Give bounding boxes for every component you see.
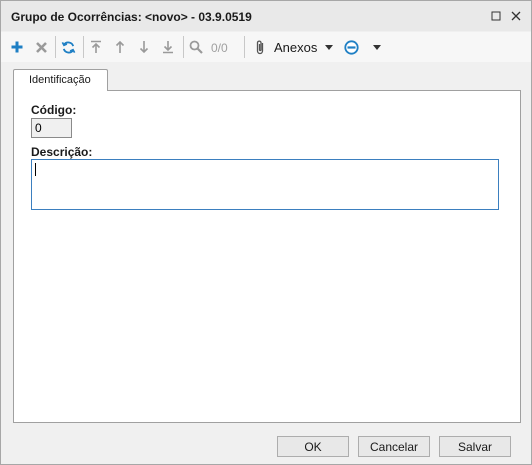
save-button[interactable]: Salvar bbox=[439, 436, 511, 457]
codigo-label: Código: bbox=[31, 103, 77, 117]
tab-label: Identificação bbox=[29, 74, 91, 86]
search-icon[interactable] bbox=[188, 37, 204, 57]
toolbar-separator bbox=[83, 36, 84, 58]
codigo-value: 0 bbox=[35, 121, 42, 135]
toolbar: 0/0 Anexos bbox=[1, 32, 531, 62]
tab-identificacao[interactable]: Identificação bbox=[13, 69, 108, 91]
next-record-icon[interactable] bbox=[136, 37, 152, 57]
plus-icon[interactable] bbox=[9, 37, 25, 57]
last-record-icon[interactable] bbox=[160, 37, 176, 57]
cancel-button[interactable]: Cancelar bbox=[358, 436, 430, 457]
anexos-button[interactable]: Anexos bbox=[274, 40, 317, 55]
toolbar-separator bbox=[183, 36, 184, 58]
title-bar: Grupo de Ocorrências: <novo> - 03.9.0519 bbox=[1, 1, 531, 31]
paperclip-icon[interactable] bbox=[253, 37, 267, 57]
descricao-field[interactable] bbox=[31, 159, 499, 210]
chevron-down-icon[interactable] bbox=[323, 37, 335, 57]
window-title: Grupo de Ocorrências: <novo> - 03.9.0519 bbox=[11, 10, 252, 24]
footer: OK Cancelar Salvar bbox=[1, 424, 531, 464]
descricao-label: Descrição: bbox=[31, 145, 93, 159]
close-icon[interactable] bbox=[509, 9, 523, 23]
dialog-window: Grupo de Ocorrências: <novo> - 03.9.0519 bbox=[0, 0, 532, 465]
record-counter: 0/0 bbox=[211, 41, 228, 55]
status-circle-icon[interactable] bbox=[343, 37, 359, 57]
maximize-icon[interactable] bbox=[489, 9, 503, 23]
chevron-down-icon[interactable] bbox=[371, 37, 383, 57]
delete-icon[interactable] bbox=[33, 37, 49, 57]
codigo-field: 0 bbox=[31, 118, 72, 138]
tab-panel: Código: 0 Descrição: bbox=[13, 90, 521, 423]
previous-record-icon[interactable] bbox=[112, 37, 128, 57]
refresh-icon[interactable] bbox=[60, 37, 76, 57]
toolbar-separator bbox=[244, 36, 245, 58]
toolbar-separator bbox=[55, 36, 56, 58]
first-record-icon[interactable] bbox=[88, 37, 104, 57]
ok-button[interactable]: OK bbox=[277, 436, 349, 457]
text-caret bbox=[35, 163, 36, 176]
